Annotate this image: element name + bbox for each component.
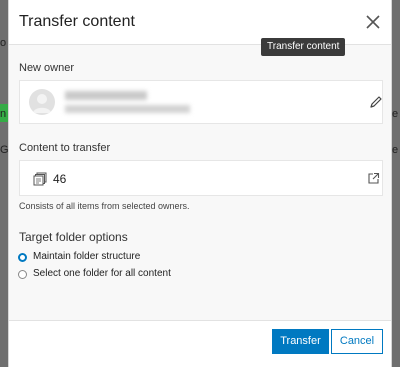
radio-label: Select one folder for all content [33,268,171,279]
background-text-fragment: e [392,144,399,156]
transfer-content-dialog: Transfer content Transfer content New ow… [8,0,392,367]
external-link-icon [368,172,380,184]
radio-button-unchecked[interactable] [18,270,27,279]
dialog-title: Transfer content [19,13,135,30]
target-folder-options-label: Target folder options [19,230,128,244]
content-stack-icon [33,172,47,186]
close-button[interactable] [364,13,382,31]
new-owner-card [19,80,383,124]
content-card: 46 [19,160,383,196]
owner-name-redacted [65,91,147,100]
radio-button-checked[interactable] [18,253,27,262]
pencil-icon [370,96,382,108]
background-text-fragment: o [0,37,7,49]
content-to-transfer-label: Content to transfer [19,142,111,154]
new-owner-label: New owner [19,62,75,74]
edit-owner-button[interactable] [369,95,383,109]
background-text-fragment: e [392,108,399,120]
content-description: Consists of all items from selected owne… [19,201,190,211]
dialog-header: Transfer content Transfer content [9,0,391,56]
content-count: 46 [53,172,67,186]
avatar [29,89,55,115]
background-text-fragment: n [0,108,7,120]
close-icon [366,15,380,29]
cancel-button[interactable]: Cancel [331,329,383,354]
user-avatar-icon [33,94,51,113]
open-content-button[interactable] [367,172,380,185]
dialog-footer: Transfer Cancel [9,320,391,367]
owner-username-redacted [65,105,190,113]
background-text-fragment: G [0,144,8,156]
radio-label: Maintain folder structure [33,251,141,262]
close-tooltip: Transfer content [261,38,346,56]
transfer-button[interactable]: Transfer [272,329,329,354]
